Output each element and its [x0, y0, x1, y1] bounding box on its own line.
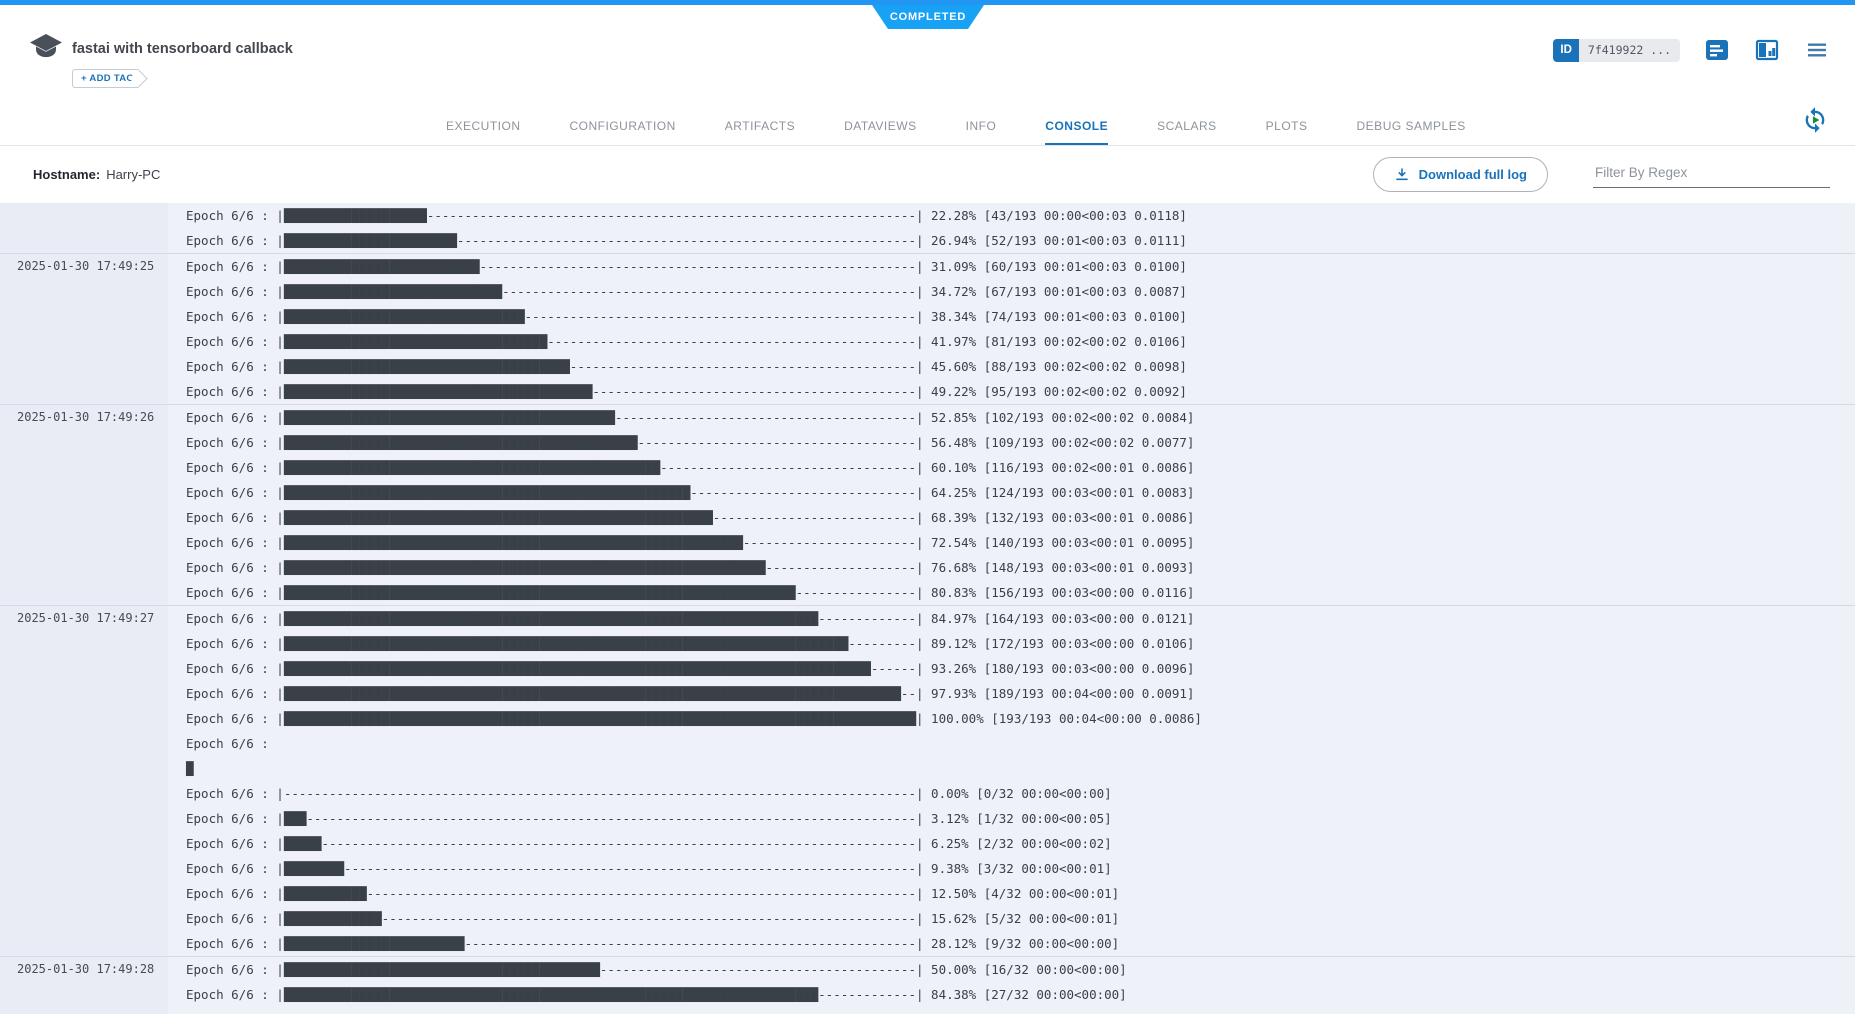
- tab-artifacts[interactable]: ARTIFACTS: [725, 95, 795, 145]
- log-group: 2025-01-30 17:49:27 Epoch 6/6 : |████████…: [0, 605, 1855, 956]
- log-line: Epoch 6/6 : |███████████████████████████…: [186, 580, 1855, 605]
- hostname: Hostname: Harry-PC: [33, 167, 160, 182]
- console-toolbar: Hostname: Harry-PC Download full log: [0, 146, 1855, 203]
- log-line: Epoch 6/6 :: [186, 731, 1855, 756]
- log-line: Epoch 6/6 : |███████████████████████████…: [186, 681, 1855, 706]
- log-line: Epoch 6/6 : |███████████████████████████…: [186, 304, 1855, 329]
- log-line: Epoch 6/6 : |███████████████████████████…: [186, 279, 1855, 304]
- log-line: Epoch 6/6 : |███████████████████████----…: [186, 228, 1855, 253]
- log-line: Epoch 6/6 : |███████████████████████████…: [186, 480, 1855, 505]
- log-group: 2025-01-30 17:49:25 Epoch 6/6 : |████████…: [0, 253, 1855, 404]
- log-line: Epoch 6/6 : |███████████████████--------…: [186, 203, 1855, 228]
- log-line: Epoch 6/6 : |███████████████████████████…: [186, 455, 1855, 480]
- log-group: 2025-01-30 17:49:28 Epoch 6/6 : |████████…: [0, 956, 1855, 1007]
- log-line: Epoch 6/6 : |███████████████████████████…: [186, 706, 1855, 731]
- log-timestamp-gutter: 2025-01-30 17:49:28: [0, 957, 168, 1007]
- log-timestamp-gutter: 2025-01-30 17:49:27: [0, 606, 168, 956]
- log-line: Epoch 6/6 : |███████████████████████████…: [186, 329, 1855, 354]
- tab-dataviews[interactable]: DATAVIEWS: [844, 95, 917, 145]
- log-line: Epoch 6/6 : |███████████----------------…: [186, 881, 1855, 906]
- id-value: 7f419922 ...: [1579, 39, 1680, 62]
- log-line: █: [186, 756, 1855, 781]
- log-line: Epoch 6/6 : |███████████████████████████…: [186, 631, 1855, 656]
- tab-info[interactable]: INFO: [966, 95, 997, 145]
- tab-bar: EXECUTION CONFIGURATION ARTIFACTS DATAVIEWS…: [0, 95, 1855, 146]
- tab-scalars[interactable]: SCALARS: [1157, 95, 1217, 145]
- id-label: ID: [1553, 39, 1579, 62]
- console-log-groups: Epoch 6/6 : |███████████████████--------…: [0, 203, 1855, 1007]
- log-timestamp: 2025-01-30 17:49:28: [17, 957, 168, 982]
- log-line: Epoch 6/6 : |███------------------------…: [186, 806, 1855, 831]
- log-line: Epoch 6/6 : |███████████████████████████…: [186, 982, 1855, 1007]
- log-timestamp-gutter: [0, 203, 168, 253]
- log-line: Epoch 6/6 : |███████████████████████████…: [186, 430, 1855, 455]
- log-line: Epoch 6/6 : |---------------------------…: [186, 781, 1855, 806]
- log-timestamp-gutter: 2025-01-30 17:49:26: [0, 405, 168, 605]
- log-group: 2025-01-30 17:49:26 Epoch 6/6 : |████████…: [0, 404, 1855, 605]
- log-rows: Epoch 6/6 : |██████████████████████████-…: [168, 254, 1855, 404]
- log-line: Epoch 6/6 : |███████████████████████████…: [186, 957, 1855, 982]
- log-line: Epoch 6/6 : |███████████████████████████…: [186, 379, 1855, 404]
- add-tag-button[interactable]: + ADD TAG: [72, 69, 138, 88]
- details-panel-icon[interactable]: [1704, 37, 1730, 63]
- tab-bar-items: EXECUTION CONFIGURATION ARTIFACTS DATAVIEWS…: [446, 95, 1466, 145]
- experiment-title: fastai with tensorboard callback: [72, 33, 293, 65]
- tab-debug-samples[interactable]: DEBUG SAMPLES: [1357, 95, 1466, 145]
- log-timestamp-gutter: 2025-01-30 17:49:25: [0, 254, 168, 404]
- log-rows: Epoch 6/6 : |███████████████████████████…: [168, 957, 1855, 1007]
- status-ribbon-label: COMPLETED: [890, 11, 966, 23]
- tab-console[interactable]: CONSOLE: [1045, 95, 1108, 145]
- log-group: Epoch 6/6 : |███████████████████--------…: [0, 203, 1855, 253]
- log-rows: Epoch 6/6 : |███████████████████--------…: [168, 203, 1855, 253]
- hostname-label: Hostname:: [33, 167, 100, 182]
- tab-plots[interactable]: PLOTS: [1266, 95, 1308, 145]
- log-line: Epoch 6/6 : |███████████████████████████…: [186, 405, 1855, 430]
- log-line: Epoch 6/6 : |████████-------------------…: [186, 856, 1855, 881]
- auto-refresh-icon[interactable]: [1801, 106, 1829, 134]
- log-line: Epoch 6/6 : |███████████████████████████…: [186, 555, 1855, 580]
- log-timestamp: 2025-01-30 17:49:27: [17, 606, 168, 631]
- tab-execution[interactable]: EXECUTION: [446, 95, 521, 145]
- filter-regex-input[interactable]: [1593, 161, 1830, 188]
- log-line: Epoch 6/6 : |████████████████████████---…: [186, 931, 1855, 956]
- menu-icon[interactable]: [1804, 37, 1830, 63]
- log-line: Epoch 6/6 : |██████████████████████████-…: [186, 254, 1855, 279]
- log-line: Epoch 6/6 : |█████----------------------…: [186, 831, 1855, 856]
- experiment-id-badge[interactable]: ID 7f419922 ...: [1553, 39, 1680, 62]
- split-view-icon[interactable]: [1754, 37, 1780, 63]
- log-line: Epoch 6/6 : |███████████████████████████…: [186, 530, 1855, 555]
- log-timestamp: 2025-01-30 17:49:26: [17, 405, 168, 430]
- status-ribbon: COMPLETED: [872, 5, 984, 29]
- download-full-log-button[interactable]: Download full log: [1373, 157, 1548, 192]
- experiment-type-icon: [28, 33, 64, 65]
- log-rows: Epoch 6/6 : |███████████████████████████…: [168, 606, 1855, 956]
- log-line: Epoch 6/6 : |███████████████████████████…: [186, 505, 1855, 530]
- log-timestamp: 2025-01-30 17:49:25: [17, 254, 168, 279]
- log-line: Epoch 6/6 : |███████████████████████████…: [186, 656, 1855, 681]
- experiment-console-page: COMPLETED fastai with tensorboard callba…: [0, 0, 1855, 1014]
- log-line: Epoch 6/6 : |█████████████--------------…: [186, 906, 1855, 931]
- log-line: Epoch 6/6 : |███████████████████████████…: [186, 354, 1855, 379]
- hostname-value: Harry-PC: [106, 167, 160, 182]
- log-line: Epoch 6/6 : |███████████████████████████…: [186, 606, 1855, 631]
- tab-configuration[interactable]: CONFIGURATION: [570, 95, 676, 145]
- download-label: Download full log: [1419, 167, 1527, 182]
- console-log[interactable]: Epoch 6/6 : |███████████████████--------…: [0, 203, 1855, 1014]
- download-icon: [1394, 167, 1410, 183]
- log-rows: Epoch 6/6 : |███████████████████████████…: [168, 405, 1855, 605]
